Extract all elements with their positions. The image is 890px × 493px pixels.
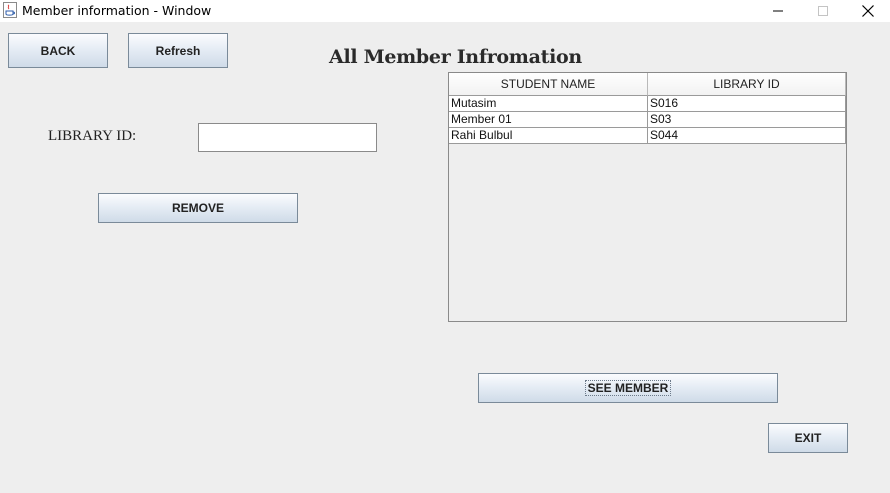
cell-student-name[interactable]: Member 01	[449, 112, 648, 128]
minimize-button[interactable]	[755, 0, 801, 22]
maximize-icon	[818, 6, 828, 16]
minimize-icon	[773, 6, 783, 16]
cell-library-id[interactable]: S016	[648, 96, 846, 112]
column-header-library-id[interactable]: LIBRARY ID	[648, 73, 846, 96]
cell-library-id[interactable]: S03	[648, 112, 846, 128]
table-row[interactable]: Mutasim S016	[449, 96, 846, 112]
page-title: All Member Infromation	[329, 46, 582, 68]
cell-student-name[interactable]: Mutasim	[449, 96, 648, 112]
java-cup-icon	[3, 2, 17, 18]
back-button[interactable]: BACK	[8, 33, 108, 68]
table-body: Mutasim S016 Member 01 S03 Rahi Bulbul S…	[449, 96, 846, 144]
library-id-input[interactable]	[198, 123, 377, 152]
maximize-button[interactable]	[800, 0, 846, 22]
title-bar: Member information - Window	[0, 0, 890, 22]
see-member-button[interactable]: SEE MEMBER	[478, 373, 778, 403]
close-button[interactable]	[845, 0, 890, 22]
refresh-button[interactable]: Refresh	[128, 33, 228, 68]
cell-library-id[interactable]: S044	[648, 128, 846, 144]
library-id-label: LIBRARY ID:	[48, 128, 137, 144]
close-icon	[862, 5, 874, 17]
table-header: STUDENT NAME LIBRARY ID	[449, 73, 846, 96]
exit-button[interactable]: EXIT	[768, 423, 848, 453]
member-table[interactable]: STUDENT NAME LIBRARY ID Mutasim S016 Mem…	[448, 72, 847, 322]
table-row[interactable]: Member 01 S03	[449, 112, 846, 128]
see-member-label: SEE MEMBER	[584, 380, 672, 396]
window-title: Member information - Window	[22, 3, 212, 18]
remove-button[interactable]: REMOVE	[98, 193, 298, 223]
column-header-student-name[interactable]: STUDENT NAME	[449, 73, 648, 96]
cell-student-name[interactable]: Rahi Bulbul	[449, 128, 648, 144]
table-row[interactable]: Rahi Bulbul S044	[449, 128, 846, 144]
